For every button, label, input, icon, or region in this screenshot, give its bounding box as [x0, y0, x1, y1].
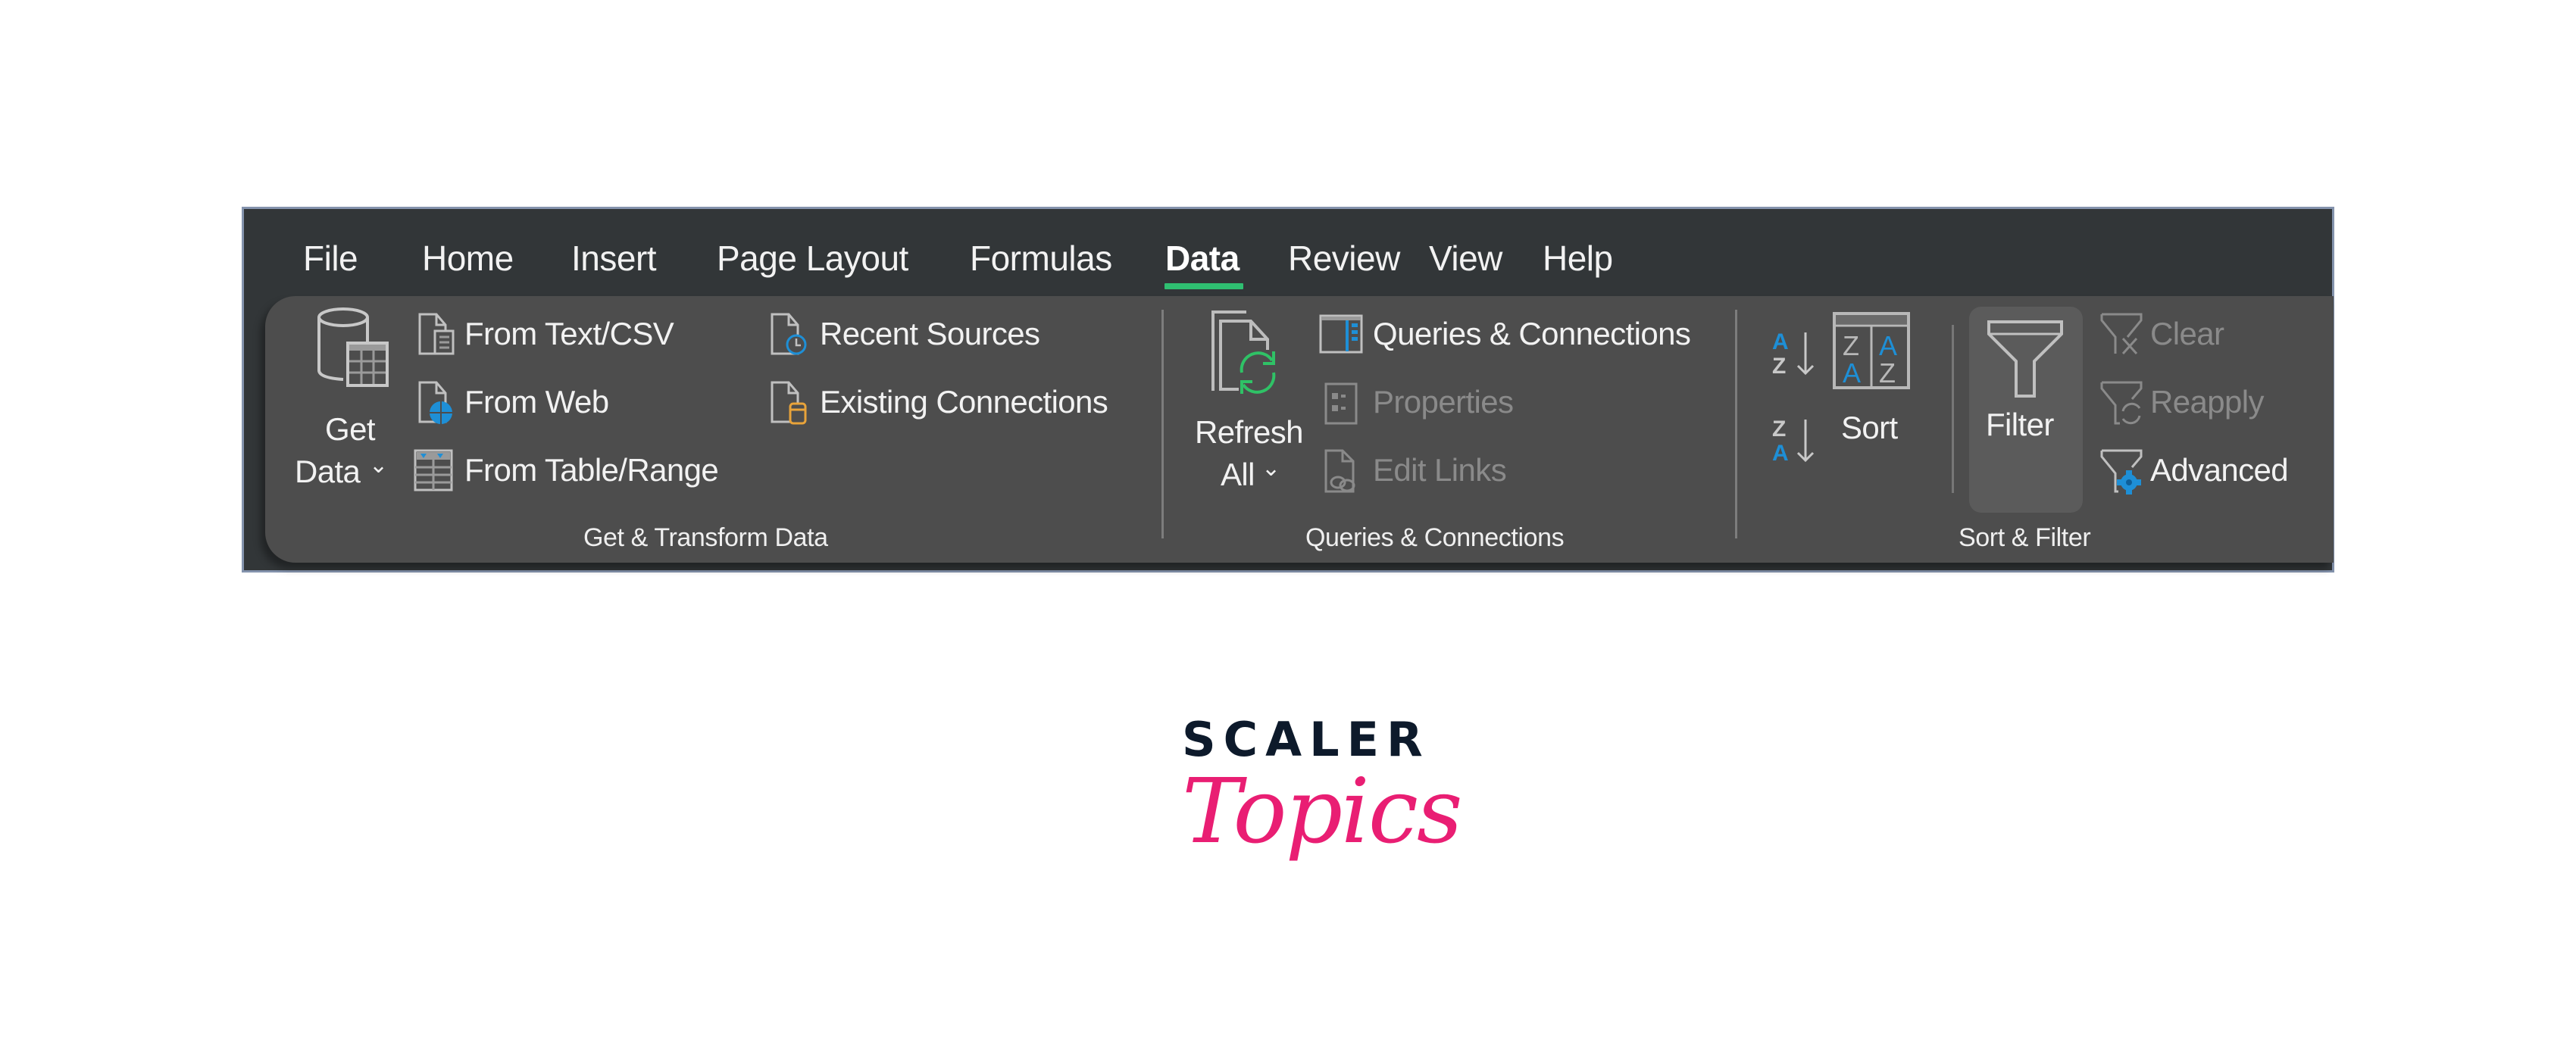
sort-ascending-icon: A Z: [1772, 329, 1815, 379]
tab-formulas[interactable]: Formulas: [970, 238, 1112, 279]
queries-connections-label: Queries & Connections: [1373, 316, 1691, 351]
clear-filter-button[interactable]: Clear: [2099, 311, 2250, 357]
tab-help[interactable]: Help: [1543, 238, 1613, 279]
edit-links-label: Edit Links: [1373, 452, 1507, 488]
sort-a-to-z-button[interactable]: A Z: [1769, 326, 1822, 379]
sort-dialog-icon: Z A A Z: [1832, 311, 1911, 390]
svg-text:A: A: [1879, 330, 1897, 361]
ribbon-panel: Get Data ⌄ From Text/CSV From Web From T…: [265, 296, 2334, 563]
refresh-all-button[interactable]: Refresh All ⌄: [1186, 304, 1303, 501]
tab-page-layout[interactable]: Page Layout: [717, 238, 908, 279]
filter-label: Filter: [1986, 407, 2054, 442]
text-file-icon: [417, 311, 458, 357]
queries-pane-icon: [1318, 311, 1364, 357]
get-data-button[interactable]: Get Data ⌄: [295, 304, 390, 501]
from-table-range-button[interactable]: From Table/Range: [413, 448, 731, 493]
group-label-sort-filter: Sort & Filter: [1959, 523, 2091, 552]
from-text-csv-button[interactable]: From Text/CSV: [417, 311, 705, 357]
refresh-icon: [1208, 307, 1284, 395]
web-globe-icon: [417, 379, 458, 425]
from-web-button[interactable]: From Web: [417, 379, 705, 425]
recent-sources-button[interactable]: Recent Sources: [769, 311, 1057, 357]
clear-filter-label: Clear: [2150, 316, 2224, 351]
active-tab-indicator: [1165, 283, 1243, 289]
svg-text:Z: Z: [1772, 417, 1786, 441]
recent-clock-icon: [769, 311, 811, 357]
clear-filter-icon: [2099, 311, 2144, 357]
svg-text:A: A: [1772, 441, 1789, 466]
sort-descending-icon: Z A: [1772, 417, 1815, 466]
properties-label: Properties: [1373, 384, 1514, 420]
subgroup-separator: [1952, 325, 1954, 493]
advanced-filter-button[interactable]: Advanced: [2099, 448, 2311, 495]
reapply-filter-icon: [2099, 379, 2144, 426]
scaler-topics-logo: SCALER Topics: [1182, 712, 1463, 909]
chevron-down-icon: ⌄: [1261, 456, 1280, 481]
queries-connections-button[interactable]: Queries & Connections: [1318, 311, 1697, 357]
ribbon-tab-bar: File Home Insert Page Layout Formulas Da…: [244, 209, 2332, 298]
tab-home[interactable]: Home: [422, 238, 514, 279]
tab-file[interactable]: File: [303, 238, 358, 279]
filter-funnel-icon: [1986, 319, 2065, 399]
advanced-filter-label: Advanced: [2150, 452, 2289, 488]
table-range-icon: [413, 448, 454, 493]
advanced-filter-icon: [2099, 448, 2144, 495]
get-data-label-line1: Get: [325, 411, 376, 447]
edit-links-icon: [1321, 448, 1364, 495]
svg-text:A: A: [1843, 357, 1861, 388]
group-label-queries-connections: Queries & Connections: [1305, 523, 1565, 552]
recent-sources-label: Recent Sources: [820, 316, 1040, 351]
from-text-csv-label: From Text/CSV: [464, 316, 674, 351]
refresh-all-label-line1: Refresh: [1195, 414, 1303, 450]
edit-links-button[interactable]: Edit Links: [1318, 448, 1546, 493]
existing-connections-label: Existing Connections: [820, 384, 1108, 420]
reapply-filter-button[interactable]: Reapply: [2099, 379, 2281, 425]
sort-button[interactable]: Z A A Z Sort: [1826, 304, 1917, 455]
get-data-label-line2: Data: [295, 454, 361, 489]
group-separator: [1161, 310, 1164, 538]
group-separator: [1735, 310, 1737, 538]
properties-button[interactable]: Properties: [1318, 379, 1546, 425]
reapply-filter-label: Reapply: [2150, 384, 2265, 420]
chevron-down-icon: ⌄: [369, 453, 388, 478]
database-table-icon: [314, 304, 390, 395]
existing-connections-icon: [769, 379, 811, 425]
tab-data[interactable]: Data: [1165, 238, 1240, 279]
existing-connections-button[interactable]: Existing Connections: [769, 379, 1118, 425]
refresh-all-label-line2: All: [1221, 457, 1255, 492]
sort-az-top-letter: A: [1772, 329, 1789, 354]
group-label-get-transform: Get & Transform Data: [583, 523, 828, 552]
logo-wordmark-topics: Topics: [1182, 759, 1463, 863]
svg-text:Z: Z: [1843, 330, 1859, 361]
filter-button[interactable]: Filter: [1969, 307, 2083, 513]
sort-label: Sort: [1841, 410, 1898, 445]
sort-az-bottom-letter: Z: [1772, 354, 1786, 379]
tab-review[interactable]: Review: [1288, 238, 1400, 279]
from-web-label: From Web: [464, 384, 609, 420]
excel-ribbon: File Home Insert Page Layout Formulas Da…: [242, 207, 2334, 573]
tab-view[interactable]: View: [1429, 238, 1502, 279]
from-table-range-label: From Table/Range: [464, 452, 719, 488]
properties-icon: [1321, 379, 1364, 425]
sort-z-to-a-button[interactable]: Z A: [1769, 413, 1822, 466]
svg-text:Z: Z: [1879, 357, 1896, 388]
tab-insert[interactable]: Insert: [571, 238, 657, 279]
